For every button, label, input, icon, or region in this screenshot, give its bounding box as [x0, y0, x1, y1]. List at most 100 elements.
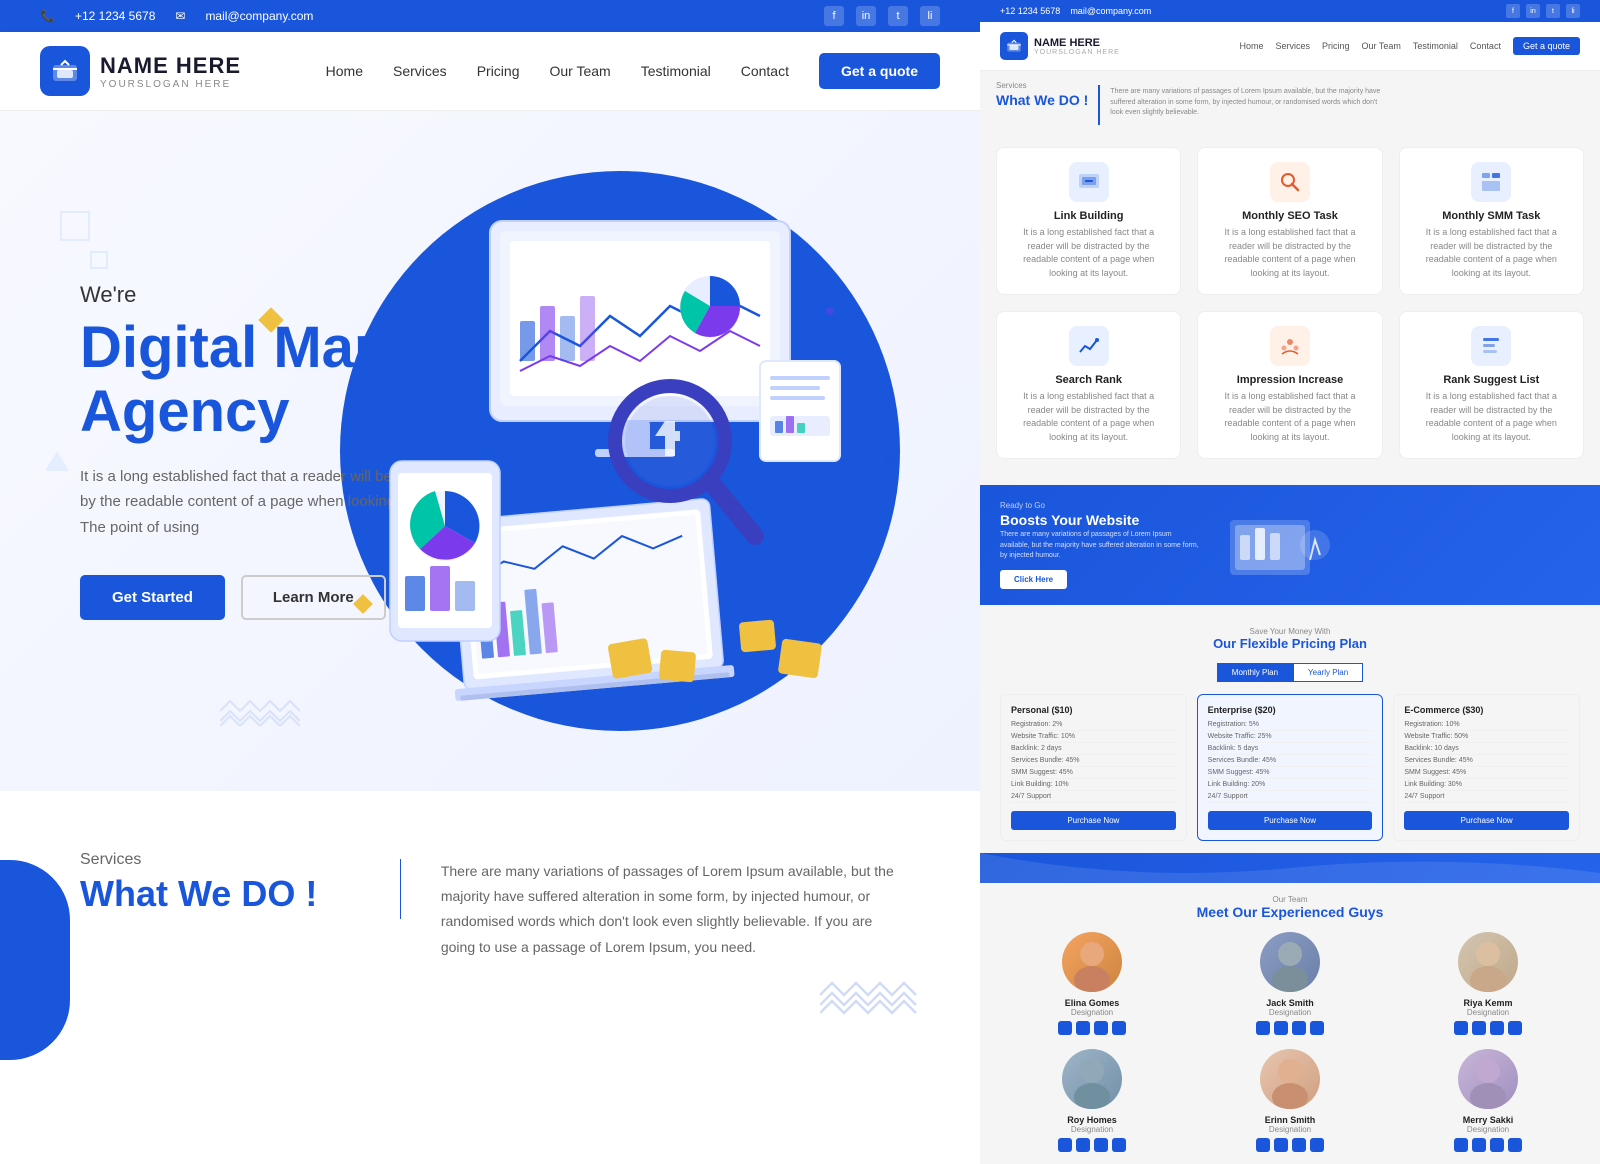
deco-square-1: [60, 211, 90, 241]
nav-pricing[interactable]: Pricing: [477, 63, 520, 79]
rp-divider: [1098, 85, 1100, 125]
header: NAME HERE YOURSLOGAN HERE Home Services …: [0, 32, 980, 111]
rp-personal-title: Personal ($10): [1011, 705, 1176, 715]
rp-tw-icon: t: [1546, 4, 1560, 18]
nav-testimonial[interactable]: Testimonial: [641, 63, 711, 79]
rp-email: mail@company.com: [1070, 6, 1151, 16]
main-nav: Home Services Pricing Our Team Testimoni…: [326, 53, 940, 89]
service-card-rank-suggest: Rank Suggest List It is a long establish…: [1399, 311, 1584, 459]
rp-pricing-section: Save Your Money With Our Flexible Pricin…: [980, 615, 1600, 853]
rp-price-enterprise: Enterprise ($20) Registration: 5% Websit…: [1197, 694, 1384, 841]
services-title: What We DO !: [80, 873, 360, 915]
rp-ecommerce-title: E-Commerce ($30): [1404, 705, 1569, 715]
services-description: There are many variations of passages of…: [441, 859, 900, 960]
social-fb-jack: [1256, 1021, 1270, 1035]
rp-nav: Home Services Pricing Our Team Testimoni…: [1239, 37, 1580, 55]
services-header: Services What We DO ! There are many var…: [80, 851, 900, 960]
rp-pricing-cards: Personal ($10) Registration: 2% Website …: [1000, 694, 1580, 841]
rp-header: NAME HERE YOURSLOGAN HERE Home Services …: [980, 22, 1600, 71]
rp-monthly-tab[interactable]: Monthly Plan: [1217, 663, 1293, 682]
top-bar-left: 📞 +12 1234 5678 ✉ mail@company.com: [40, 9, 313, 23]
zigzag-deco: [220, 696, 300, 731]
rp-get-quote-button[interactable]: Get a quote: [1513, 37, 1580, 55]
logo-area: NAME HERE YOURSLOGAN HERE: [40, 46, 241, 96]
rp-boost-title: Boosts Your Website: [1000, 512, 1200, 528]
member-name-riya: Riya Kemm: [1396, 998, 1580, 1008]
rp-team-section: Our Team Meet Our Experienced Guys Elina…: [980, 883, 1600, 1164]
right-preview-panel: +12 1234 5678 mail@company.com f in t li: [980, 0, 1600, 1164]
rp-pricing-tabs: Monthly Plan Yearly Plan: [1000, 663, 1580, 682]
team-card-roy: Roy Homes Designation: [1000, 1049, 1184, 1152]
rp-team-title: Meet Our Experienced Guys: [1000, 904, 1580, 920]
team-card-elina: Elina Gomes Designation: [1000, 932, 1184, 1035]
social-li-jack: [1310, 1021, 1324, 1035]
rp-logo-name: NAME HERE: [1034, 37, 1120, 49]
service-title-1: Link Building: [1011, 210, 1166, 222]
rp-boost-section: Ready to Go Boosts Your Website There ar…: [980, 485, 1600, 605]
services-label: Services: [80, 851, 360, 869]
social-fb-elina: [1058, 1021, 1072, 1035]
member-name-elina: Elina Gomes: [1000, 998, 1184, 1008]
social-tw-elina: [1076, 1021, 1090, 1035]
service-card-seo: Monthly SEO Task It is a long establishe…: [1197, 147, 1382, 295]
member-name-erinn: Erinn Smith: [1198, 1115, 1382, 1125]
rp-li-icon: li: [1566, 4, 1580, 18]
social-tw-riya: [1472, 1021, 1486, 1035]
member-name-merry: Merry Sakki: [1396, 1115, 1580, 1125]
smm-icon: [1471, 162, 1511, 202]
nav-services[interactable]: Services: [393, 63, 447, 79]
logo-icon: [40, 46, 90, 96]
rp-boost-desc: There are many variations of passages of…: [1000, 530, 1200, 562]
rp-services-grid: Link Building It is a long established f…: [980, 131, 1600, 475]
service-card-search-rank: Search Rank It is a long established fac…: [996, 311, 1181, 459]
social-fb-riya: [1454, 1021, 1468, 1035]
get-started-button[interactable]: Get Started: [80, 575, 225, 620]
linkedin-icon[interactable]: li: [920, 6, 940, 26]
hero-illustration: [330, 161, 950, 741]
rp-team-label: Our Team: [1000, 895, 1580, 904]
member-name-roy: Roy Homes: [1000, 1115, 1184, 1125]
service-title-4: Search Rank: [1011, 374, 1166, 386]
deco-square-2: [90, 251, 108, 269]
topbar-phone: +12 1234 5678: [75, 9, 155, 23]
rp-boost-illustration: [1220, 505, 1340, 585]
rp-fb-icon: f: [1506, 4, 1520, 18]
nav-home[interactable]: Home: [326, 63, 363, 79]
rp-ecommerce-buy-button[interactable]: Purchase Now: [1404, 811, 1569, 830]
service-title-3: Monthly SMM Task: [1414, 210, 1569, 222]
rp-enterprise-title: Enterprise ($20): [1208, 705, 1373, 715]
topbar-email: mail@company.com: [205, 9, 313, 23]
mail-icon: ✉: [175, 9, 185, 23]
services-header-left: Services What We DO !: [80, 851, 360, 931]
rp-yearly-tab[interactable]: Yearly Plan: [1293, 663, 1363, 682]
rp-boost-button[interactable]: Click Here: [1000, 570, 1067, 589]
service-card-link-building: Link Building It is a long established f…: [996, 147, 1181, 295]
rp-services-header: Services What We DO ! There are many var…: [980, 71, 1600, 131]
rp-wave-divider: [980, 853, 1600, 883]
rp-logo-icon: [1000, 32, 1028, 60]
rp-personal-buy-button[interactable]: Purchase Now: [1011, 811, 1176, 830]
nav-contact[interactable]: Contact: [741, 63, 789, 79]
rp-price-personal: Personal ($10) Registration: 2% Website …: [1000, 694, 1187, 841]
impression-icon: [1270, 326, 1310, 366]
social-li-elina: [1112, 1021, 1126, 1035]
rp-enterprise-buy-button[interactable]: Purchase Now: [1208, 811, 1373, 830]
get-quote-button[interactable]: Get a quote: [819, 53, 940, 89]
facebook-icon[interactable]: f: [824, 6, 844, 26]
seo-icon: [1270, 162, 1310, 202]
phone-icon: 📞: [40, 9, 55, 23]
logo-name: NAME HERE: [100, 53, 241, 79]
instagram-icon[interactable]: in: [856, 6, 876, 26]
twitter-icon[interactable]: t: [888, 6, 908, 26]
team-card-jack: Jack Smith Designation: [1198, 932, 1382, 1035]
member-name-jack: Jack Smith: [1198, 998, 1382, 1008]
rp-phone: +12 1234 5678: [1000, 6, 1060, 16]
logo-text: NAME HERE YOURSLOGAN HERE: [100, 53, 241, 90]
hero-section: We're Digital Marketing Agency It is a l…: [0, 111, 980, 791]
avatar-erinn: [1260, 1049, 1320, 1109]
avatar-merry: [1458, 1049, 1518, 1109]
service-title-5: Impression Increase: [1212, 374, 1367, 386]
rp-boost-label: Ready to Go: [1000, 501, 1200, 510]
rp-pricing-title: Our Flexible Pricing Plan: [1000, 636, 1580, 651]
nav-our-team[interactable]: Our Team: [549, 63, 610, 79]
